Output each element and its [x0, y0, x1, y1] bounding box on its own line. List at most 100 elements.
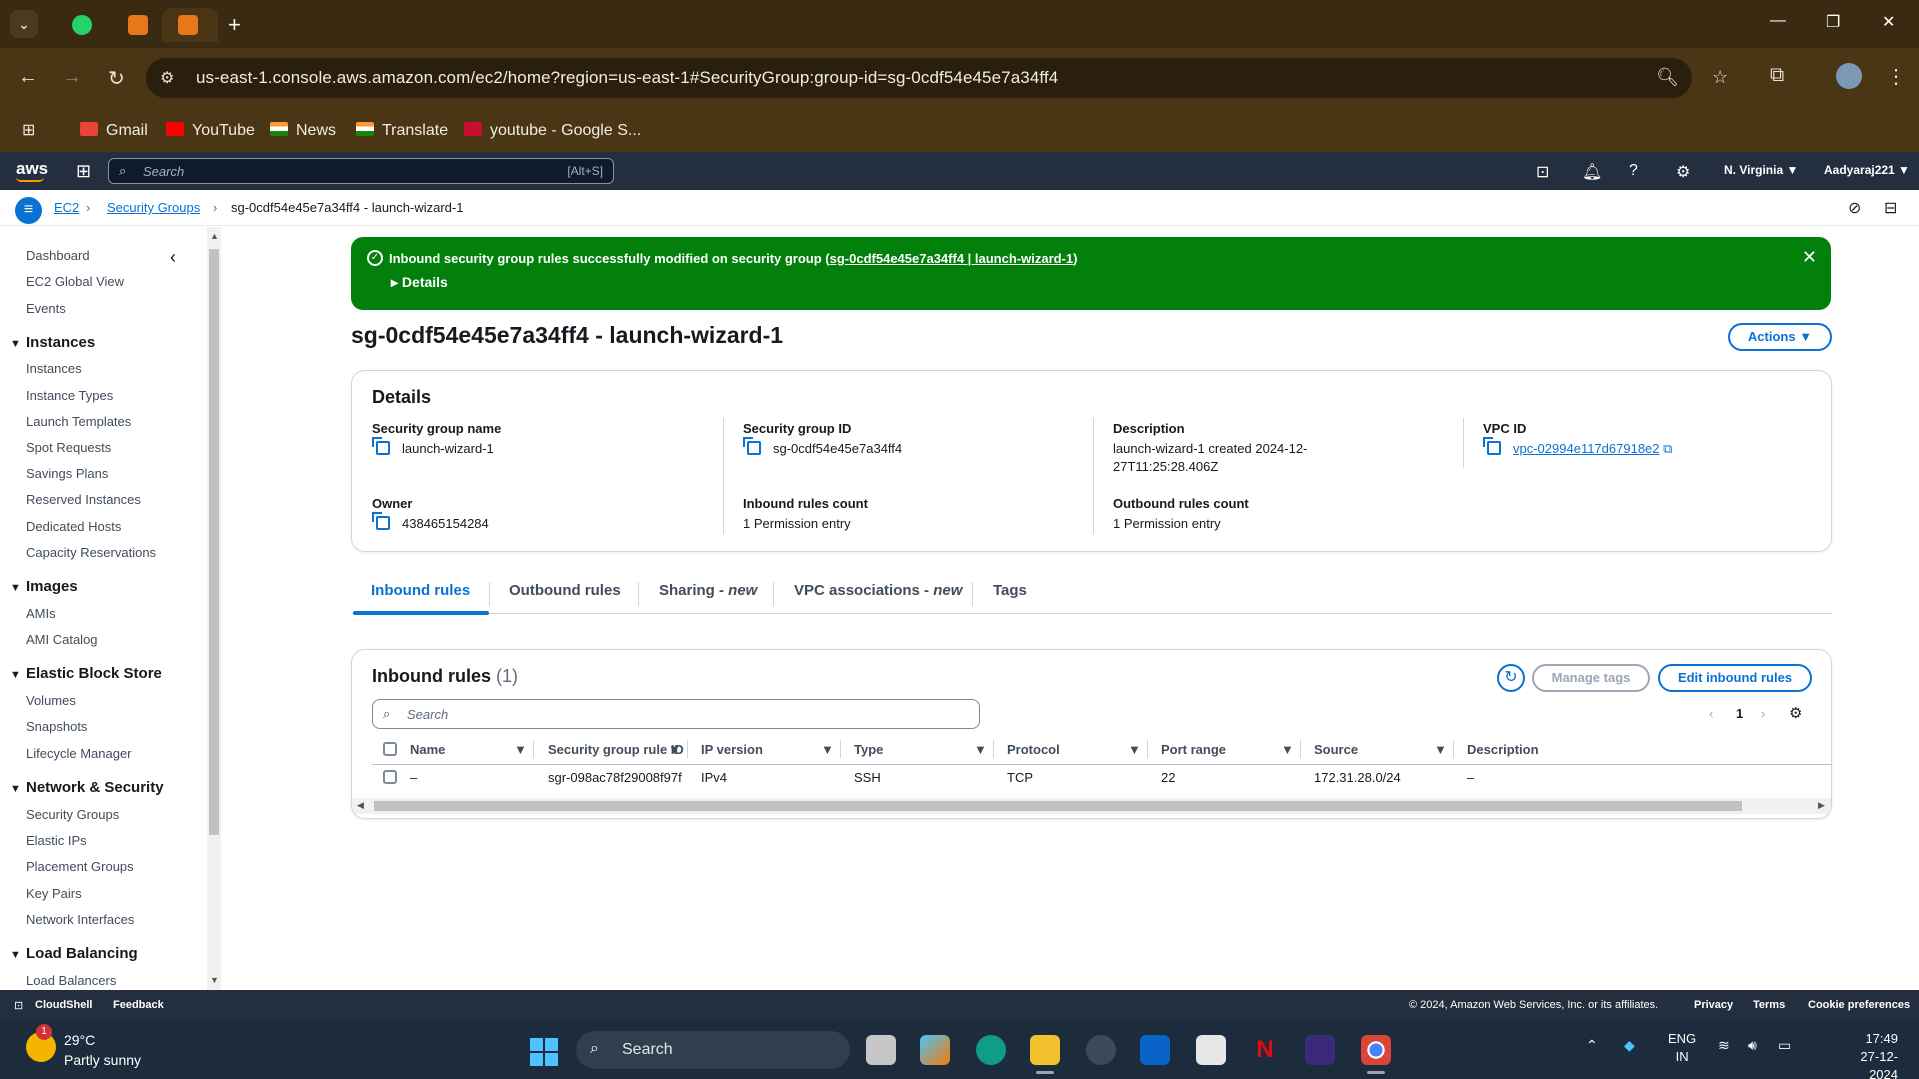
security-shield-icon[interactable]: ◆ [1624, 1037, 1635, 1054]
column-header-protocol[interactable]: Protocol [1007, 742, 1060, 757]
battery-icon[interactable]: ▭ [1778, 1037, 1791, 1054]
store-icon[interactable] [1196, 1035, 1226, 1065]
rules-search-input[interactable]: ⌕ Search [372, 699, 980, 729]
sidebar-item-snapshots[interactable]: Snapshots [26, 719, 87, 734]
services-grid-icon[interactable]: ⊞ [76, 161, 91, 182]
sort-caret-icon[interactable]: ▼ [514, 742, 527, 757]
feedback-panel-icon[interactable]: ⊟ [1884, 198, 1897, 218]
sidebar-item-dedicated-hosts[interactable]: Dedicated Hosts [26, 519, 121, 534]
sidebar-item-reserved-instances[interactable]: Reserved Instances [26, 492, 141, 507]
new-tab-button[interactable]: + [228, 12, 241, 38]
sidebar-section-instances[interactable]: ▼ Instances [10, 334, 95, 351]
column-header-port-range[interactable]: Port range [1161, 742, 1226, 757]
terms-link[interactable]: Terms [1753, 999, 1785, 1011]
notifications-bell-icon[interactable]: 🔔︎ [1582, 162, 1602, 182]
sort-caret-icon[interactable]: ▼ [974, 742, 987, 757]
sidebar-item-ec2-global-view[interactable]: EC2 Global View [26, 274, 124, 289]
page-number[interactable]: 1 [1736, 706, 1743, 721]
task-view-icon[interactable] [866, 1035, 896, 1065]
sort-caret-icon[interactable]: ▼ [1434, 742, 1447, 757]
scrollbar-thumb[interactable] [374, 801, 1742, 811]
next-page-icon[interactable]: › [1761, 706, 1765, 721]
refresh-icon[interactable]: ↻ [1497, 664, 1525, 692]
tab-sharing[interactable]: Sharing - new [659, 582, 757, 599]
restore-icon[interactable]: ❐ [1826, 12, 1840, 32]
sidebar-section-images[interactable]: ▼ Images [10, 578, 78, 595]
language-indicator[interactable]: ENG IN [1668, 1030, 1696, 1066]
tab-outbound-rules[interactable]: Outbound rules [509, 582, 621, 599]
sidebar-item-instance-types[interactable]: Instance Types [26, 388, 113, 403]
back-icon[interactable]: ← [18, 66, 38, 89]
help-icon[interactable]: ? [1629, 162, 1638, 180]
windows-start-icon[interactable] [530, 1038, 558, 1066]
tab-tags[interactable]: Tags [993, 582, 1027, 599]
feedback-link[interactable]: Feedback [113, 999, 164, 1011]
sidebar-item-load-balancers[interactable]: Load Balancers [26, 973, 116, 988]
sidebar-item-events[interactable]: Events [26, 301, 66, 316]
temperature[interactable]: 29°C [64, 1032, 95, 1048]
sort-caret-icon[interactable]: ▼ [1128, 742, 1141, 757]
column-header-source[interactable]: Source [1314, 742, 1358, 757]
cloudshell-icon[interactable]: ⊡ [1536, 162, 1549, 182]
manage-tags-button[interactable]: Manage tags [1532, 664, 1650, 692]
copy-icon[interactable] [743, 437, 761, 455]
minimize-icon[interactable]: — [1770, 12, 1786, 30]
column-header-rule-id[interactable]: Security group rule ID [548, 742, 684, 757]
actions-button[interactable]: Actions ▼ [1728, 323, 1832, 351]
extensions-icon[interactable]: ⧉ [1770, 64, 1784, 87]
volume-icon[interactable]: 🔊︎ [1748, 1037, 1757, 1054]
site-info-icon[interactable]: ⚙ [160, 68, 174, 88]
column-header-type[interactable]: Type [854, 742, 883, 757]
sidebar-section-network-security[interactable]: ▼ Network & Security [10, 779, 164, 796]
scroll-left-icon[interactable]: ◀ [357, 800, 364, 811]
row-checkbox[interactable] [383, 770, 397, 784]
scroll-up-icon[interactable]: ▲ [210, 231, 219, 241]
tab-whatsapp[interactable] [56, 8, 112, 42]
sidebar-item-instances[interactable]: Instances [26, 361, 82, 376]
select-all-checkbox[interactable] [383, 742, 397, 756]
edge-icon[interactable] [976, 1035, 1006, 1065]
sidebar-item-security-groups[interactable]: Security Groups [26, 807, 119, 822]
settings-gear-icon[interactable]: ⚙ [1676, 162, 1690, 182]
close-icon[interactable]: ✕ [1802, 247, 1817, 268]
sidebar-item-ami-catalog[interactable]: AMI Catalog [26, 632, 98, 647]
aws-search-input[interactable]: ⌕ Search [Alt+S] [108, 158, 614, 184]
bookmark-gmail[interactable]: Gmail [80, 120, 148, 142]
copy-icon[interactable] [1483, 437, 1501, 455]
system-clock[interactable]: 17:49 27-12-2024 [1838, 1030, 1898, 1079]
sort-caret-icon[interactable]: ▼ [1281, 742, 1294, 757]
sidebar-section-load-balancing[interactable]: ▼ Load Balancing [10, 945, 138, 962]
tab-aws-console-active[interactable] [162, 8, 218, 42]
reload-icon[interactable]: ↻ [108, 66, 125, 91]
cloudshell-icon[interactable]: ⊡ [14, 999, 23, 1012]
url-text[interactable]: us-east-1.console.aws.amazon.com/ec2/hom… [196, 68, 1058, 88]
sidebar-item-amis[interactable]: AMIs [26, 606, 56, 621]
breadcrumb-ec2[interactable]: EC2 [54, 200, 79, 215]
privacy-link[interactable]: Privacy [1694, 999, 1733, 1011]
cloudshell-link[interactable]: CloudShell [35, 999, 92, 1011]
info-panel-icon[interactable]: ⊘ [1848, 198, 1861, 218]
collapse-sidebar-icon[interactable]: ‹ [170, 247, 176, 268]
weather-condition[interactable]: Partly sunny [64, 1052, 141, 1068]
sidebar-item-capacity-reservations[interactable]: Capacity Reservations [26, 545, 156, 560]
address-bar[interactable]: ⚙ us-east-1.console.aws.amazon.com/ec2/h… [146, 58, 1728, 98]
netflix-icon[interactable]: N [1250, 1035, 1280, 1065]
bookmark-news[interactable]: News [270, 120, 336, 142]
file-explorer-icon[interactable] [1030, 1035, 1060, 1074]
sidebar-item-dashboard[interactable]: Dashboard [26, 248, 90, 263]
scrollbar-thumb[interactable] [209, 249, 219, 835]
bookmark-youtube[interactable]: YouTube [166, 120, 255, 142]
taskbar-search[interactable]: ⌕ Search [576, 1031, 850, 1069]
sidebar-item-volumes[interactable]: Volumes [26, 693, 76, 708]
nav-menu-icon[interactable]: ≡ [15, 197, 42, 224]
column-header-ip-version[interactable]: IP version [701, 742, 763, 757]
sort-caret-icon[interactable]: ▼ [668, 742, 681, 757]
table-horizontal-scrollbar[interactable]: ◀ ▶ [352, 798, 1831, 814]
scroll-right-icon[interactable]: ▶ [1818, 800, 1825, 811]
sidebar-section-elastic-block-store[interactable]: ▼ Elastic Block Store [10, 665, 162, 682]
profile-avatar[interactable] [1836, 63, 1862, 89]
tab-vpc-associations[interactable]: VPC associations - new [794, 582, 962, 599]
column-header-name[interactable]: Name [410, 742, 445, 757]
flash-security-group-link[interactable]: sg-0cdf54e45e7a34ff4 | launch-wizard-1 [830, 251, 1074, 266]
show-hidden-icons[interactable]: ⌃ [1586, 1037, 1598, 1054]
